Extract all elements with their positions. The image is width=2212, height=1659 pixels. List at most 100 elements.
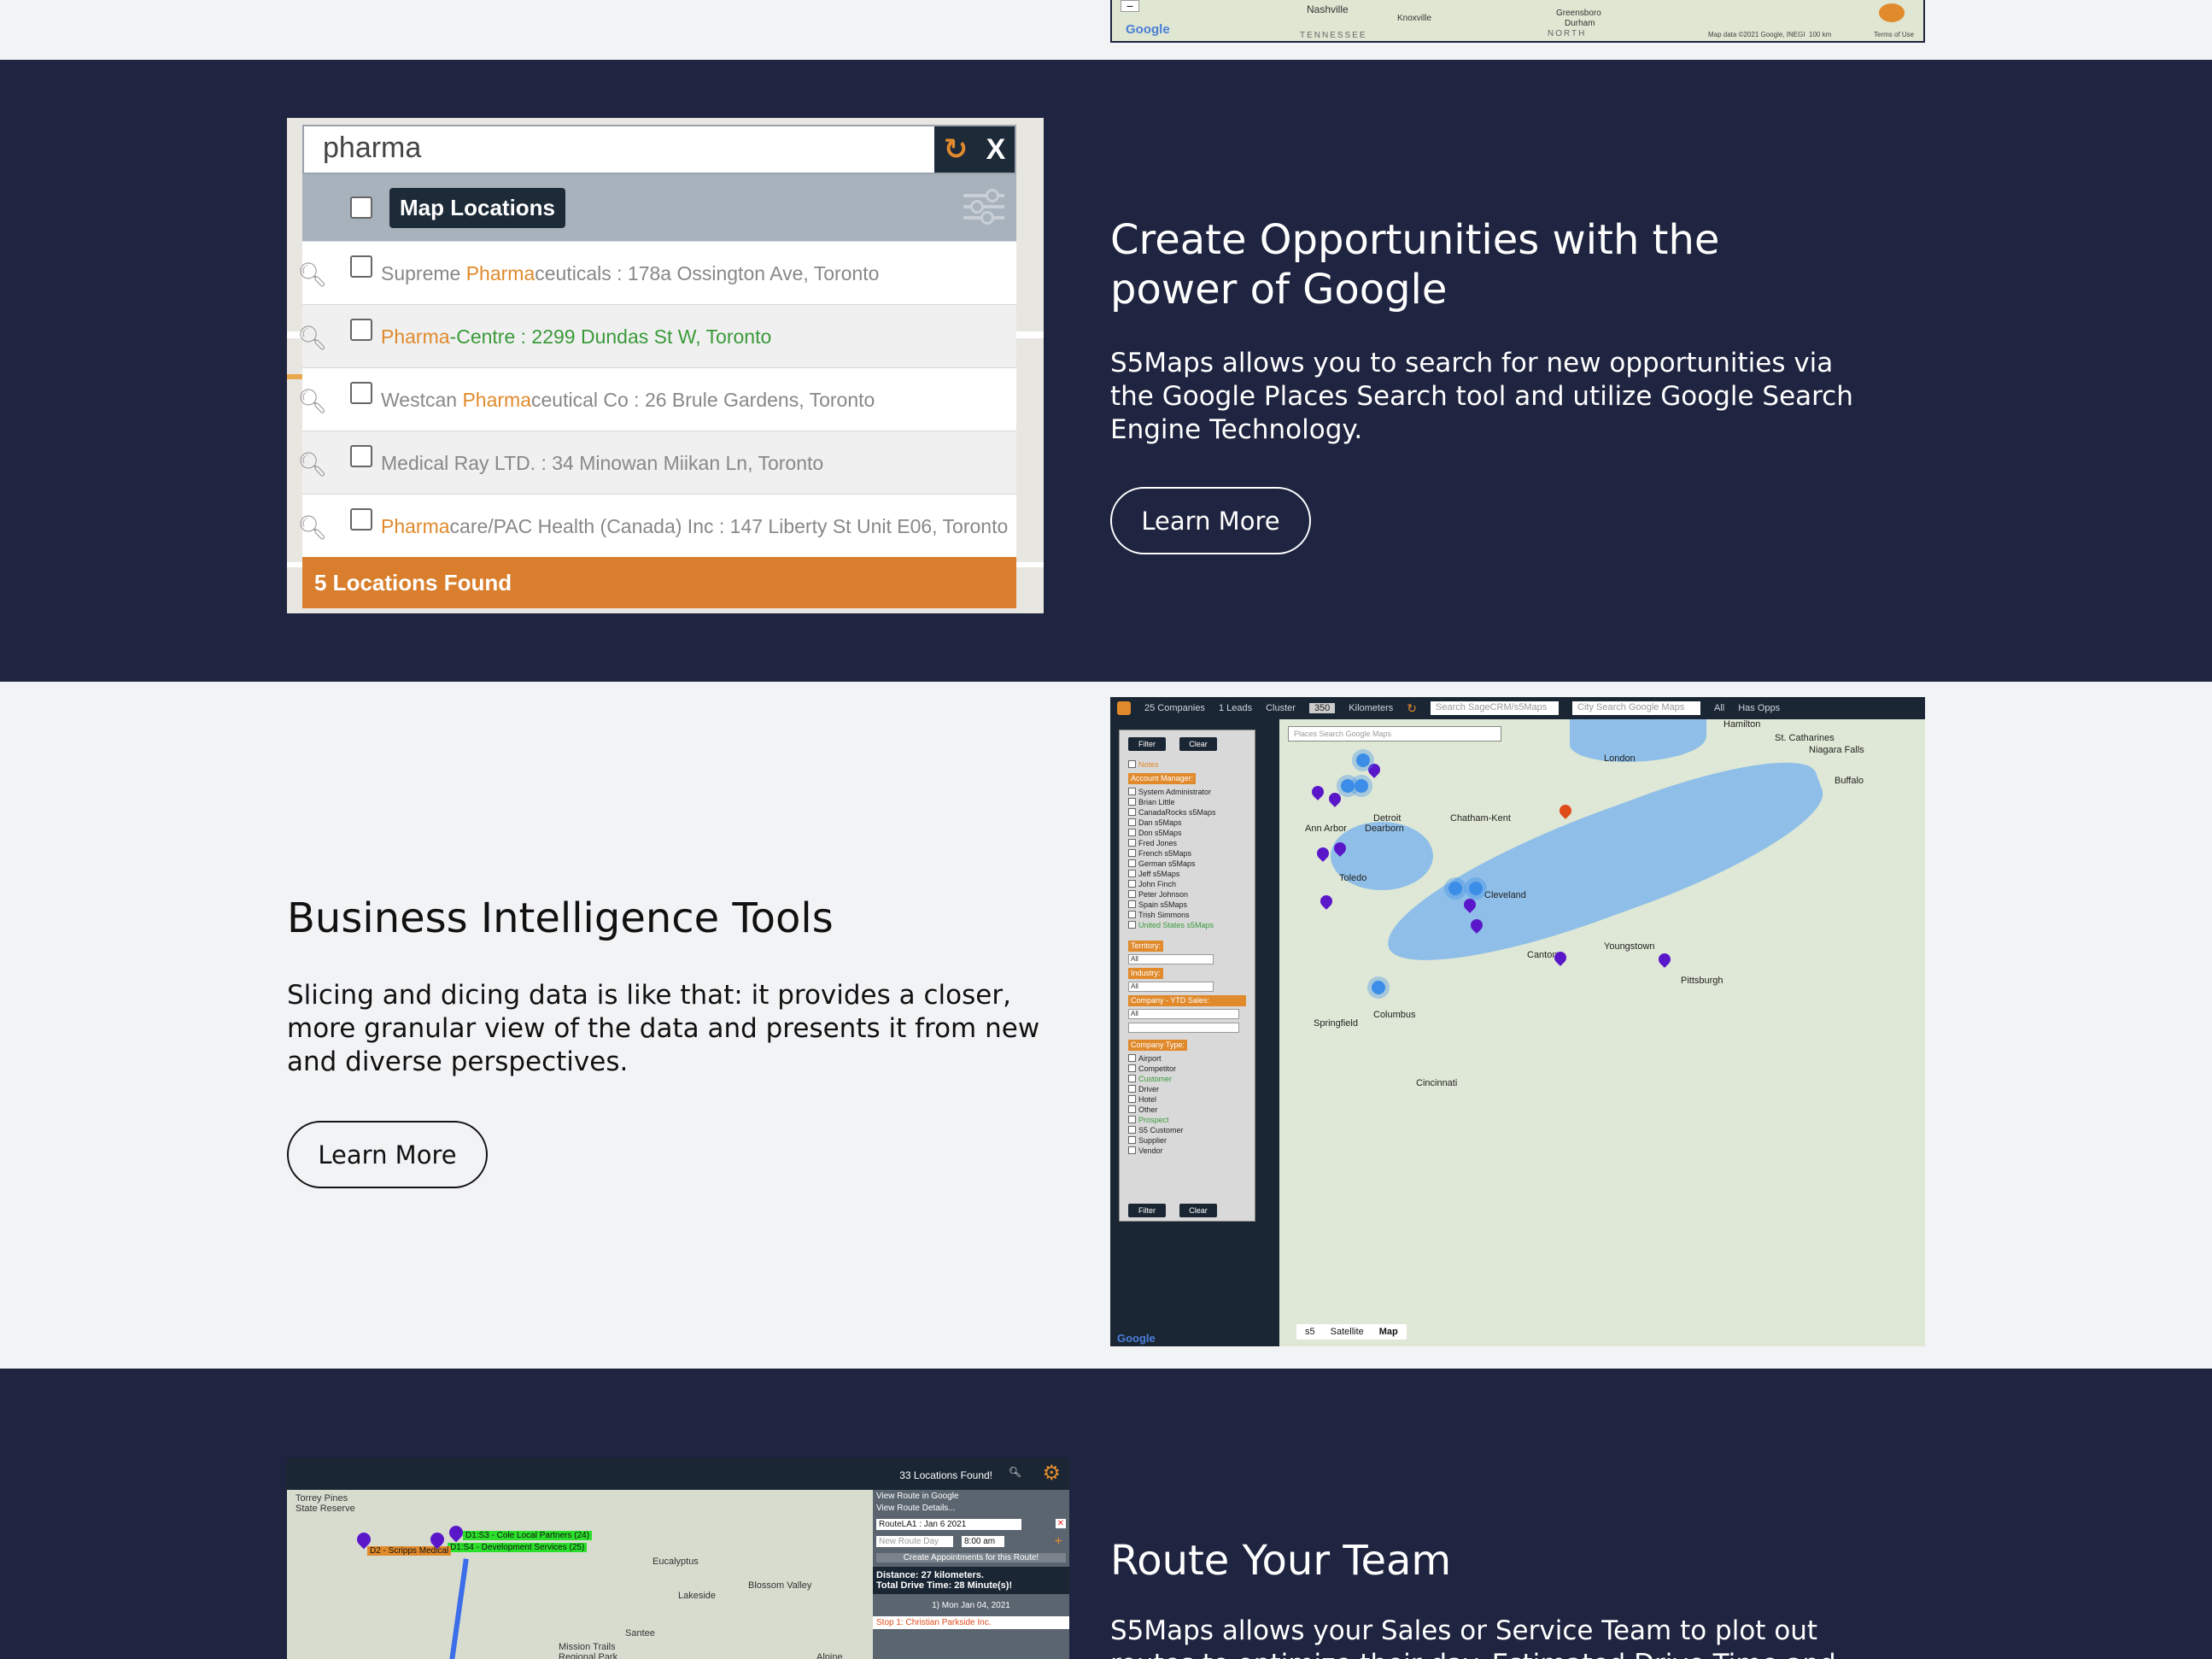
clear-button[interactable]: Clear bbox=[1179, 1204, 1217, 1217]
city-search-input[interactable]: City Search Google Maps bbox=[1572, 701, 1700, 715]
map-label: Blossom Valley bbox=[748, 1580, 812, 1591]
account-manager-checkbox[interactable]: Brian Little bbox=[1128, 797, 1175, 807]
map-pin-icon[interactable] bbox=[1309, 783, 1326, 800]
refresh-icon[interactable]: ↻ bbox=[944, 132, 968, 167]
distance-select[interactable]: 350 bbox=[1308, 703, 1336, 713]
map-cluster-icon[interactable] bbox=[1356, 753, 1370, 767]
search-icon[interactable]: 🔍︎ bbox=[297, 324, 328, 352]
route-select[interactable]: RouteLA1 : Jan 6 2021 bbox=[876, 1519, 1021, 1530]
map-cluster-icon[interactable] bbox=[1372, 981, 1385, 994]
map-cluster-icon[interactable] bbox=[1355, 779, 1368, 793]
map-terms[interactable]: Terms of Use bbox=[1874, 31, 1914, 38]
zoom-out-icon[interactable]: − bbox=[1121, 0, 1139, 12]
company-type-checkbox[interactable]: Supplier bbox=[1128, 1135, 1167, 1146]
select-all-checkbox[interactable] bbox=[350, 196, 372, 219]
account-manager-checkbox[interactable]: Trish Simmons bbox=[1128, 910, 1190, 920]
route-stop[interactable]: Stop 1: Christian Parkside Inc. bbox=[873, 1616, 1069, 1629]
crm-search-input[interactable]: Search SageCRM/s5Maps bbox=[1431, 701, 1559, 715]
search-icon[interactable]: 🔍︎ bbox=[297, 450, 328, 478]
search-icon[interactable]: 🔍︎ bbox=[297, 261, 328, 289]
industry-select[interactable]: All bbox=[1128, 982, 1214, 992]
sliders-icon[interactable] bbox=[963, 186, 1004, 229]
company-type-checkbox[interactable]: Customer bbox=[1128, 1074, 1172, 1084]
map-label: NORTH bbox=[1548, 29, 1587, 38]
map-pin-icon[interactable] bbox=[1656, 951, 1673, 968]
map-cluster-icon[interactable] bbox=[1448, 882, 1462, 895]
close-icon[interactable]: ✕ bbox=[1055, 1519, 1066, 1528]
route-label[interactable]: D1:S4 - Development Services (25) bbox=[448, 1543, 588, 1552]
close-icon[interactable]: X bbox=[986, 133, 1006, 167]
map-type-s5[interactable]: s5 bbox=[1305, 1327, 1315, 1337]
account-manager-checkbox[interactable]: French s5Maps bbox=[1128, 848, 1191, 859]
account-manager-checkbox[interactable]: United States s5Maps bbox=[1128, 920, 1214, 930]
account-manager-checkbox[interactable]: Don s5Maps bbox=[1128, 828, 1182, 838]
bi-map[interactable]: Places Search Google Maps Hamilton St. Ca… bbox=[1117, 719, 1925, 1346]
result-checkbox[interactable] bbox=[350, 382, 372, 404]
learn-more-button[interactable]: Learn More bbox=[1110, 487, 1311, 554]
map-cluster-icon[interactable] bbox=[1341, 779, 1355, 793]
gear-icon[interactable]: ⚙ bbox=[1042, 1461, 1061, 1486]
search-icon[interactable]: 🔍︎ bbox=[297, 387, 328, 415]
map-pin-icon[interactable] bbox=[1314, 845, 1331, 862]
result-checkbox[interactable] bbox=[350, 445, 372, 467]
ytd-sales-input[interactable] bbox=[1128, 1023, 1239, 1033]
places-search-input[interactable]: Places Search Google Maps bbox=[1288, 726, 1501, 742]
list-item[interactable]: 🔍︎ Pharmacare/PAC Health (Canada) Inc : … bbox=[297, 494, 1016, 557]
filter-button[interactable]: Filter bbox=[1128, 1204, 1166, 1217]
result-checkbox[interactable] bbox=[350, 508, 372, 531]
list-item[interactable]: 🔍︎ Pharma-Centre : 2299 Dundas St W, Tor… bbox=[297, 304, 1016, 367]
territory-select[interactable]: All bbox=[1128, 954, 1214, 964]
search-icon[interactable]: 🔍︎ bbox=[297, 513, 328, 542]
route-day[interactable]: 1) Mon Jan 04, 2021 bbox=[873, 1601, 1069, 1610]
account-manager-checkbox[interactable]: Jeff s5Maps bbox=[1128, 869, 1179, 879]
list-item[interactable]: 🔍︎ Medical Ray LTD. : 34 Minowan Miikan … bbox=[297, 431, 1016, 494]
places-search-panel: pharma ↻ X Map Locations 🔍︎ Supreme Phar… bbox=[297, 125, 1016, 608]
learn-more-button[interactable]: Learn More bbox=[287, 1121, 488, 1188]
search-icon[interactable]: 🔍︎ bbox=[1009, 1466, 1021, 1478]
map-pin-icon[interactable] bbox=[1318, 893, 1335, 910]
map-pin-icon[interactable] bbox=[1326, 790, 1343, 807]
account-manager-checkbox[interactable]: System Administrator bbox=[1128, 787, 1211, 797]
company-type-checkbox[interactable]: Prospect bbox=[1128, 1115, 1169, 1125]
company-type-checkbox[interactable]: S5 Customer bbox=[1128, 1125, 1184, 1135]
map-type-satellite[interactable]: Satellite bbox=[1331, 1327, 1364, 1337]
company-type-checkbox[interactable]: Airport bbox=[1128, 1053, 1162, 1064]
map-pin-icon[interactable] bbox=[1557, 802, 1574, 819]
add-icon[interactable]: + bbox=[1055, 1534, 1062, 1550]
company-type-checkbox[interactable]: Hotel bbox=[1128, 1094, 1156, 1105]
list-item[interactable]: 🔍︎ Westcan Pharmaceutical Co : 26 Brule … bbox=[297, 367, 1016, 431]
account-manager-checkbox[interactable]: Spain s5Maps bbox=[1128, 900, 1187, 910]
list-item[interactable]: 🔍︎ Supreme Pharmaceuticals : 178a Ossing… bbox=[297, 241, 1016, 304]
map-type-map[interactable]: Map bbox=[1379, 1327, 1398, 1337]
account-manager-checkbox[interactable]: Dan s5Maps bbox=[1128, 818, 1182, 828]
account-manager-checkbox[interactable]: CanadaRocks s5Maps bbox=[1128, 807, 1216, 818]
map-locations-button[interactable]: Map Locations bbox=[389, 187, 566, 228]
account-manager-checkbox[interactable]: Peter Johnson bbox=[1128, 889, 1188, 900]
company-type-checkbox[interactable]: Vendor bbox=[1128, 1146, 1163, 1156]
ytd-sales-select[interactable]: All bbox=[1128, 1009, 1239, 1019]
places-search-input[interactable]: pharma bbox=[304, 126, 934, 173]
company-type-checkbox[interactable]: Competitor bbox=[1128, 1064, 1176, 1074]
result-checkbox[interactable] bbox=[350, 255, 372, 278]
filter-button[interactable]: Filter bbox=[1128, 737, 1166, 751]
account-manager-checkbox[interactable]: German s5Maps bbox=[1128, 859, 1196, 869]
time-select[interactable]: 8:00 am bbox=[962, 1536, 1004, 1547]
route-map[interactable]: Torrey Pines State Reserve Eucalyptus La… bbox=[287, 1490, 873, 1659]
route-label[interactable]: D1:S3 - Cole Local Partners (24) bbox=[463, 1531, 593, 1540]
create-appointments-button[interactable]: Create Appointments for this Route! bbox=[876, 1553, 1066, 1562]
section-description: S5Maps allows your Sales or Service Team… bbox=[1110, 1615, 1836, 1659]
company-type-checkbox[interactable]: Driver bbox=[1128, 1084, 1159, 1094]
new-route-input[interactable]: New Route Day bbox=[876, 1536, 953, 1547]
company-type-checkbox[interactable]: Other bbox=[1128, 1105, 1158, 1115]
result-checkbox[interactable] bbox=[350, 319, 372, 341]
clear-button[interactable]: Clear bbox=[1179, 737, 1217, 751]
map-cluster-icon[interactable] bbox=[1469, 882, 1483, 895]
route-screenshot: 33 Locations Found! 🔍︎ ⚙ Torrey Pines St… bbox=[287, 1457, 1069, 1659]
section-title: Route Your Team bbox=[1110, 1537, 1452, 1585]
route-link[interactable]: View Route in Google bbox=[876, 1492, 959, 1501]
account-manager-checkbox[interactable]: John Finch bbox=[1128, 879, 1176, 889]
map-label: Mission Trails Regional Park bbox=[559, 1642, 618, 1659]
refresh-icon[interactable]: ↻ bbox=[1407, 701, 1417, 716]
route-link[interactable]: View Route Details... bbox=[876, 1504, 956, 1513]
account-manager-checkbox[interactable]: Fred Jones bbox=[1128, 838, 1177, 848]
